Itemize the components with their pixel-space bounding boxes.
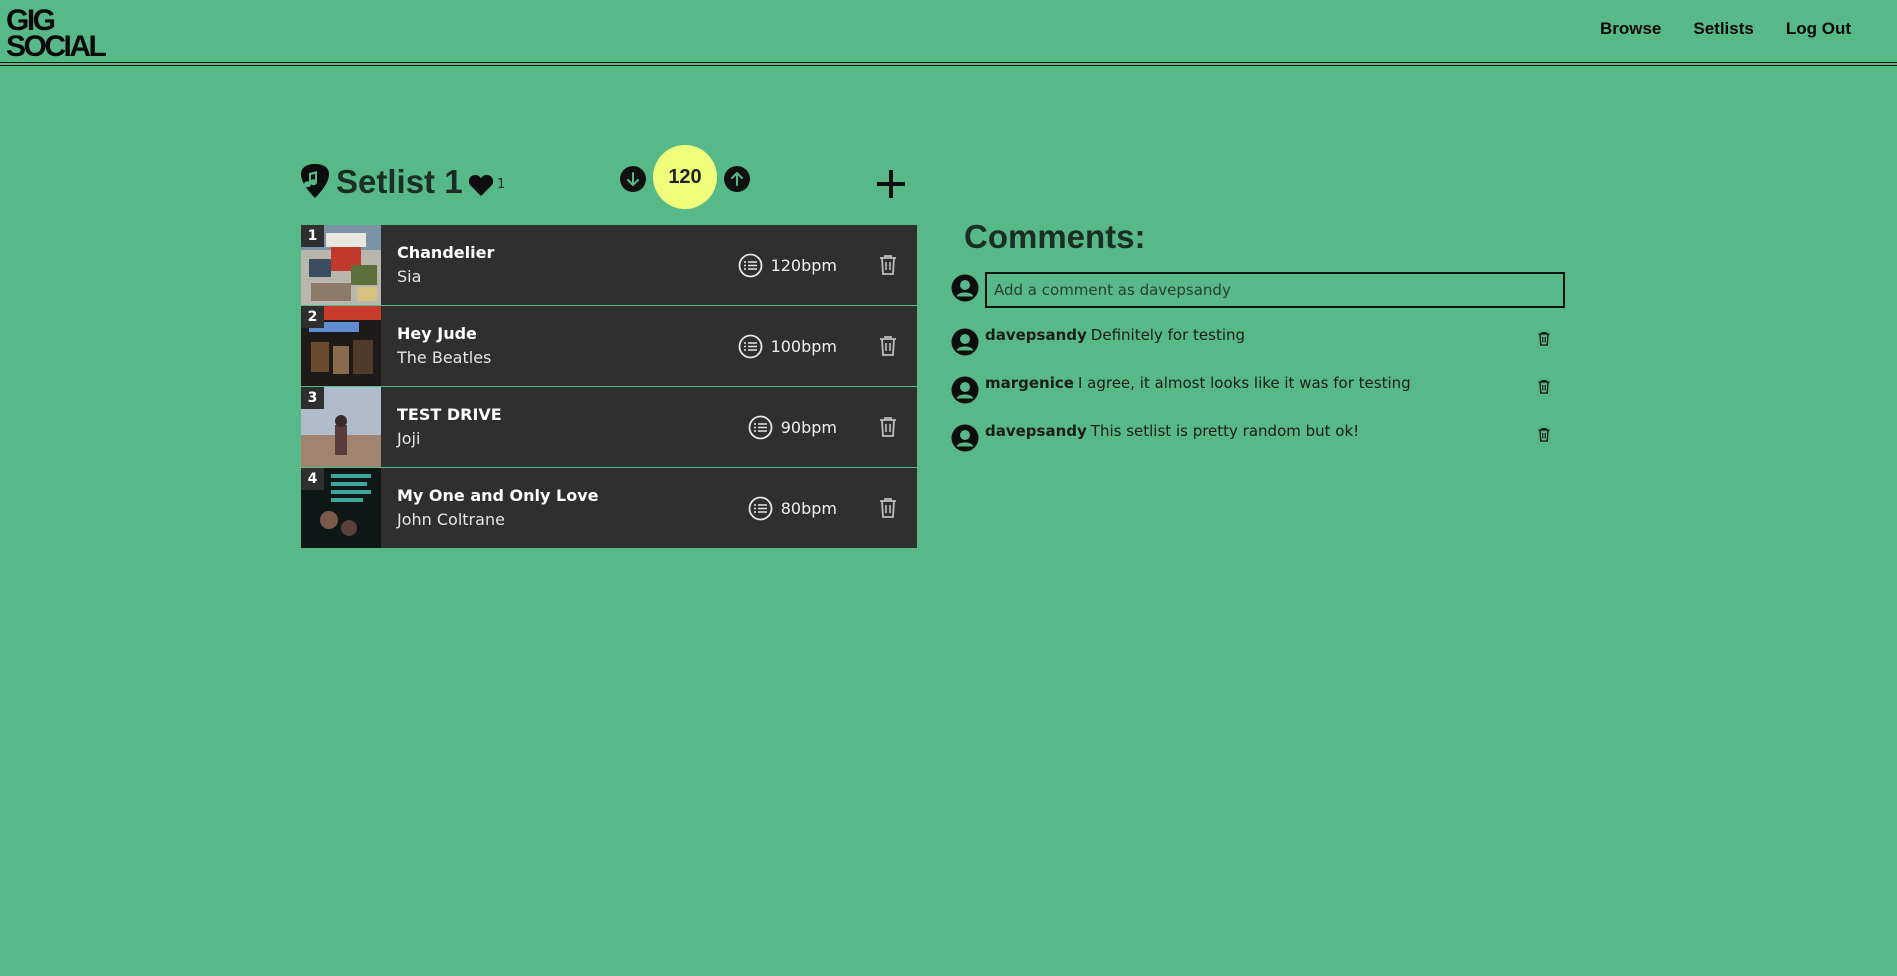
comment-text: Definitely for testing <box>1090 326 1246 344</box>
trash-icon <box>880 255 896 275</box>
comment-item: margenice I agree, it almost looks like i… <box>985 374 1411 392</box>
delete-comment-button[interactable] <box>1538 331 1550 346</box>
comment-text: I agree, it almost looks like it was for… <box>1077 374 1411 392</box>
trash-icon <box>1538 332 1550 346</box>
user-avatar-icon <box>951 274 979 302</box>
add-song-button[interactable] <box>876 168 906 200</box>
song-artist: The Beatles <box>397 348 492 367</box>
song-bpm: 80bpm <box>780 499 837 518</box>
user-avatar-icon <box>951 328 979 356</box>
trash-icon <box>1538 380 1550 394</box>
delete-song-button[interactable] <box>879 417 897 437</box>
comment-input[interactable] <box>985 272 1565 308</box>
song-index: 3 <box>301 387 324 409</box>
tempo-lines-icon <box>748 496 773 521</box>
arrow-down-icon <box>627 172 639 186</box>
tempo-lines-icon <box>738 334 762 359</box>
tempo-decrease-button[interactable] <box>620 166 646 192</box>
song-row[interactable]: 4 My One and Only Love John Coltrane 80b… <box>301 468 917 548</box>
song-list: 1 Chandelier Sia 120bpm 2 Hey Jude The B… <box>301 225 917 548</box>
nav-setlists-link[interactable]: Setlists <box>1693 19 1753 39</box>
user-avatar-icon <box>951 376 979 404</box>
song-title: TEST DRIVE <box>397 405 502 424</box>
tempo-lines-icon <box>738 253 762 278</box>
trash-icon <box>880 498 896 518</box>
nav-browse-link[interactable]: Browse <box>1600 19 1661 39</box>
comment-item: davepsandy This setlist is pretty random … <box>985 422 1359 440</box>
comment-username[interactable]: davepsandy <box>985 326 1087 344</box>
song-bpm: 100bpm <box>770 337 837 356</box>
song-bpm: 120bpm <box>770 256 837 275</box>
song-row[interactable]: 2 Hey Jude The Beatles 100bpm <box>301 306 917 387</box>
song-artist: Joji <box>397 429 421 448</box>
nav-links: Browse Setlists Log Out <box>1600 19 1851 39</box>
song-index: 2 <box>301 306 324 328</box>
song-bpm: 90bpm <box>780 418 837 437</box>
tempo-increase-button[interactable] <box>724 166 750 192</box>
logo-line-2: SOCIAL <box>6 30 107 63</box>
song-artist: Sia <box>397 267 422 286</box>
song-row[interactable]: 1 Chandelier Sia 120bpm <box>301 225 917 306</box>
song-title: My One and Only Love <box>397 486 599 505</box>
bpm-group: 80bpm <box>748 496 837 521</box>
song-index: 1 <box>301 225 324 247</box>
guitar-pick-music-icon <box>301 164 329 198</box>
user-avatar-icon <box>951 424 979 452</box>
comment-username[interactable]: davepsandy <box>985 422 1087 440</box>
delete-song-button[interactable] <box>879 498 897 518</box>
arrow-up-icon <box>731 172 743 186</box>
delete-comment-button[interactable] <box>1538 427 1550 442</box>
setlist-title: Setlist 1 <box>336 163 463 200</box>
comment-text: This setlist is pretty random but ok! <box>1090 422 1360 440</box>
bpm-group: 120bpm <box>738 253 837 278</box>
tempo-display: 120 <box>653 145 717 209</box>
app-logo[interactable]: GIG SOCIAL <box>6 6 107 63</box>
nav-logout-link[interactable]: Log Out <box>1786 19 1851 39</box>
comments-heading: Comments: <box>964 218 1146 255</box>
bpm-group: 100bpm <box>738 334 837 359</box>
comment-username[interactable]: margenice <box>985 374 1074 392</box>
delete-song-button[interactable] <box>879 336 897 356</box>
trash-icon <box>880 417 896 437</box>
top-nav-bar: GIG SOCIAL Browse Setlists Log Out <box>0 0 1897 66</box>
song-title: Chandelier <box>397 243 495 262</box>
bpm-group: 90bpm <box>748 415 837 440</box>
song-row[interactable]: 3 TEST DRIVE Joji 90bpm <box>301 387 917 468</box>
song-artist: John Coltrane <box>397 510 505 529</box>
likes-count: 1 <box>497 177 506 192</box>
heart-icon[interactable] <box>468 173 494 197</box>
song-index: 4 <box>301 468 324 490</box>
song-title: Hey Jude <box>397 324 477 343</box>
tempo-lines-icon <box>748 415 773 440</box>
delete-song-button[interactable] <box>879 255 897 275</box>
comment-item: davepsandy Definitely for testing <box>985 326 1245 344</box>
delete-comment-button[interactable] <box>1538 379 1550 394</box>
trash-icon <box>1538 428 1550 442</box>
trash-icon <box>880 336 896 356</box>
